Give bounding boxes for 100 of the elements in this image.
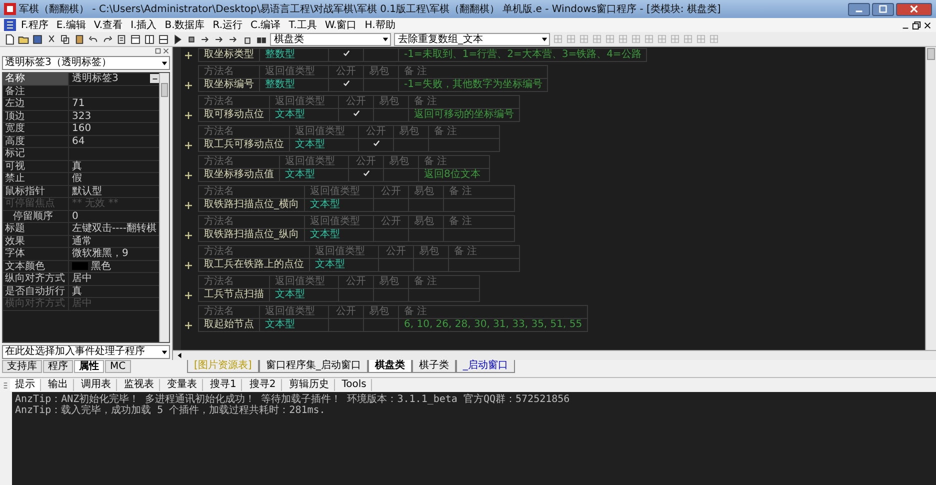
class-combo[interactable]: 棋盘类 bbox=[270, 32, 391, 46]
output-tab[interactable]: 输出 bbox=[43, 379, 74, 391]
output-tab[interactable]: 搜寻1 bbox=[205, 379, 242, 391]
column-header: 易包 bbox=[414, 186, 434, 197]
expand-icon[interactable] bbox=[185, 322, 192, 329]
menu-item[interactable]: C.编译 bbox=[248, 18, 284, 32]
column-header: 返回值类型 bbox=[295, 126, 345, 137]
property-value[interactable]: 透明标签3 bbox=[72, 73, 118, 84]
property-value[interactable]: 71 bbox=[72, 98, 85, 110]
event-combo[interactable]: 在此处选择加入事件处理子程序 bbox=[2, 345, 170, 359]
window-title: 军棋（翻翻棋） - C:\Users\Administrator\Desktop\易语言工程\对战军棋\军棋 0.1版工程\军棋（翻翻棋） 单机版.e - Windows窗口程序 - [类模块: 棋盘类] bbox=[19, 2, 721, 16]
color-swatch[interactable] bbox=[72, 262, 88, 270]
property-value[interactable]: 微软雅黑，9 bbox=[72, 248, 128, 260]
method-name: 取工兵在铁路上的点位 bbox=[204, 259, 304, 270]
editor-tab[interactable]: _启动窗口 bbox=[456, 360, 515, 373]
copy-icon[interactable] bbox=[60, 34, 71, 44]
close-icon[interactable] bbox=[923, 20, 932, 30]
maximize-button[interactable] bbox=[872, 2, 894, 16]
property-value[interactable]: 居中 bbox=[72, 273, 92, 284]
stop-icon[interactable] bbox=[186, 34, 197, 44]
menu-item[interactable]: I.插入 bbox=[128, 18, 160, 32]
scrollbar[interactable] bbox=[925, 47, 936, 350]
property-value[interactable]: 左键双击----翻转棋 bbox=[72, 223, 156, 234]
panel-tab[interactable]: MC bbox=[105, 360, 131, 373]
expand-icon[interactable] bbox=[185, 172, 192, 179]
expand-icon[interactable] bbox=[185, 52, 192, 59]
output-tab[interactable]: Tools bbox=[336, 379, 372, 391]
redo-icon[interactable] bbox=[102, 34, 113, 44]
maximize-icon bbox=[879, 5, 887, 13]
property-value[interactable]: 真 bbox=[72, 286, 82, 297]
editor-tab[interactable]: 棋子类 bbox=[412, 360, 456, 373]
expand-icon[interactable] bbox=[185, 202, 192, 209]
close-button[interactable] bbox=[896, 2, 932, 16]
method-note: -1=未取到、1=行营、2=大本营、3=铁路、4=公路 bbox=[404, 49, 642, 60]
expand-icon[interactable] bbox=[185, 82, 192, 89]
property-name[interactable]: 标题 bbox=[3, 223, 69, 234]
property-value[interactable]: 160 bbox=[72, 123, 92, 134]
expand-icon[interactable] bbox=[185, 232, 192, 239]
property-name[interactable]: 标记 bbox=[3, 148, 69, 160]
property-name[interactable]: 可视 bbox=[3, 160, 69, 172]
property-value[interactable]: 黑色 bbox=[91, 260, 111, 272]
method-note: -1=失败，其他数字为坐标编号 bbox=[404, 79, 542, 90]
horizontal-scrollbar[interactable] bbox=[173, 350, 936, 360]
menu-item[interactable]: E.编辑 bbox=[53, 18, 89, 32]
method-note: 返回8位文本 bbox=[424, 169, 480, 180]
menu-item[interactable]: W.窗口 bbox=[322, 18, 360, 32]
undo-icon[interactable] bbox=[88, 34, 99, 44]
scrollbar[interactable] bbox=[159, 73, 169, 342]
editor-tab[interactable]: 棋盘类 bbox=[368, 360, 412, 373]
property-value[interactable]: 323 bbox=[72, 110, 92, 122]
object-combo[interactable]: 透明标签3（透明标签） bbox=[2, 56, 170, 70]
column-header: 公开 bbox=[381, 186, 401, 197]
property-name[interactable]: 顶边 bbox=[3, 110, 69, 122]
column-header: 方法名 bbox=[204, 306, 234, 317]
property-name[interactable]: 是否自动折行 bbox=[3, 286, 69, 297]
column-header: 备 注 bbox=[414, 276, 438, 287]
output-tab[interactable]: 变量表 bbox=[162, 379, 203, 391]
property-value[interactable]: 假 bbox=[72, 173, 82, 184]
restore-icon[interactable] bbox=[912, 20, 921, 30]
column-header: 公开 bbox=[386, 246, 406, 257]
expand-icon[interactable] bbox=[185, 292, 192, 299]
property-name[interactable]: 禁止 bbox=[3, 173, 69, 184]
menu-item[interactable]: R.运行 bbox=[210, 18, 246, 32]
output-tab[interactable]: 调用表 bbox=[76, 379, 117, 391]
property-value[interactable]: 默认型 bbox=[72, 186, 102, 197]
output-tab[interactable]: 监视表 bbox=[119, 379, 160, 391]
method-combo[interactable]: 去除重复数组_文本 bbox=[394, 32, 550, 46]
property-value[interactable]: 真 bbox=[72, 160, 82, 172]
property-name[interactable]: 左边 bbox=[3, 98, 69, 110]
panel-tab[interactable]: 程序 bbox=[43, 360, 73, 373]
expand-icon[interactable] bbox=[185, 142, 192, 149]
document-icon[interactable] bbox=[116, 34, 127, 44]
grip-icon[interactable] bbox=[3, 380, 8, 390]
property-value[interactable]: 64 bbox=[72, 136, 85, 147]
minimize-button[interactable] bbox=[848, 2, 870, 16]
property-name[interactable]: 效果 bbox=[3, 236, 69, 247]
expand-icon[interactable] bbox=[185, 262, 192, 269]
menu-item[interactable]: H.帮助 bbox=[362, 18, 398, 32]
menu-item[interactable]: F.程序 bbox=[18, 18, 52, 32]
output-tab[interactable]: 提示 bbox=[10, 379, 41, 391]
ellipsis-button[interactable] bbox=[150, 74, 159, 84]
editor-tab[interactable]: 窗口程序集_启动窗口 bbox=[258, 360, 368, 373]
window-icon[interactable] bbox=[158, 34, 169, 44]
property-name[interactable]: 名称 bbox=[3, 73, 69, 84]
method-name: 工兵节点扫描 bbox=[204, 289, 264, 300]
column-header: 方法名 bbox=[204, 96, 234, 107]
menu-item[interactable]: V.查看 bbox=[90, 18, 126, 32]
output-tab[interactable]: 搜寻2 bbox=[244, 379, 282, 391]
scroll-left-icon[interactable] bbox=[176, 352, 183, 359]
expand-icon[interactable] bbox=[185, 112, 192, 119]
close-icon[interactable] bbox=[163, 48, 169, 54]
output-tab[interactable]: 剪辑历史 bbox=[284, 379, 335, 391]
menu-item[interactable]: T.工具 bbox=[286, 18, 320, 32]
window-icon[interactable] bbox=[130, 34, 141, 44]
menu-item[interactable]: B.数据库 bbox=[162, 18, 208, 32]
property-value[interactable]: 通常 bbox=[72, 236, 92, 247]
panel-tab[interactable]: 属性 bbox=[74, 360, 104, 373]
window-icon[interactable] bbox=[144, 34, 155, 44]
property-name[interactable]: 鼠标指针 bbox=[3, 186, 69, 197]
panel-tab[interactable]: 支持库 bbox=[2, 360, 42, 373]
